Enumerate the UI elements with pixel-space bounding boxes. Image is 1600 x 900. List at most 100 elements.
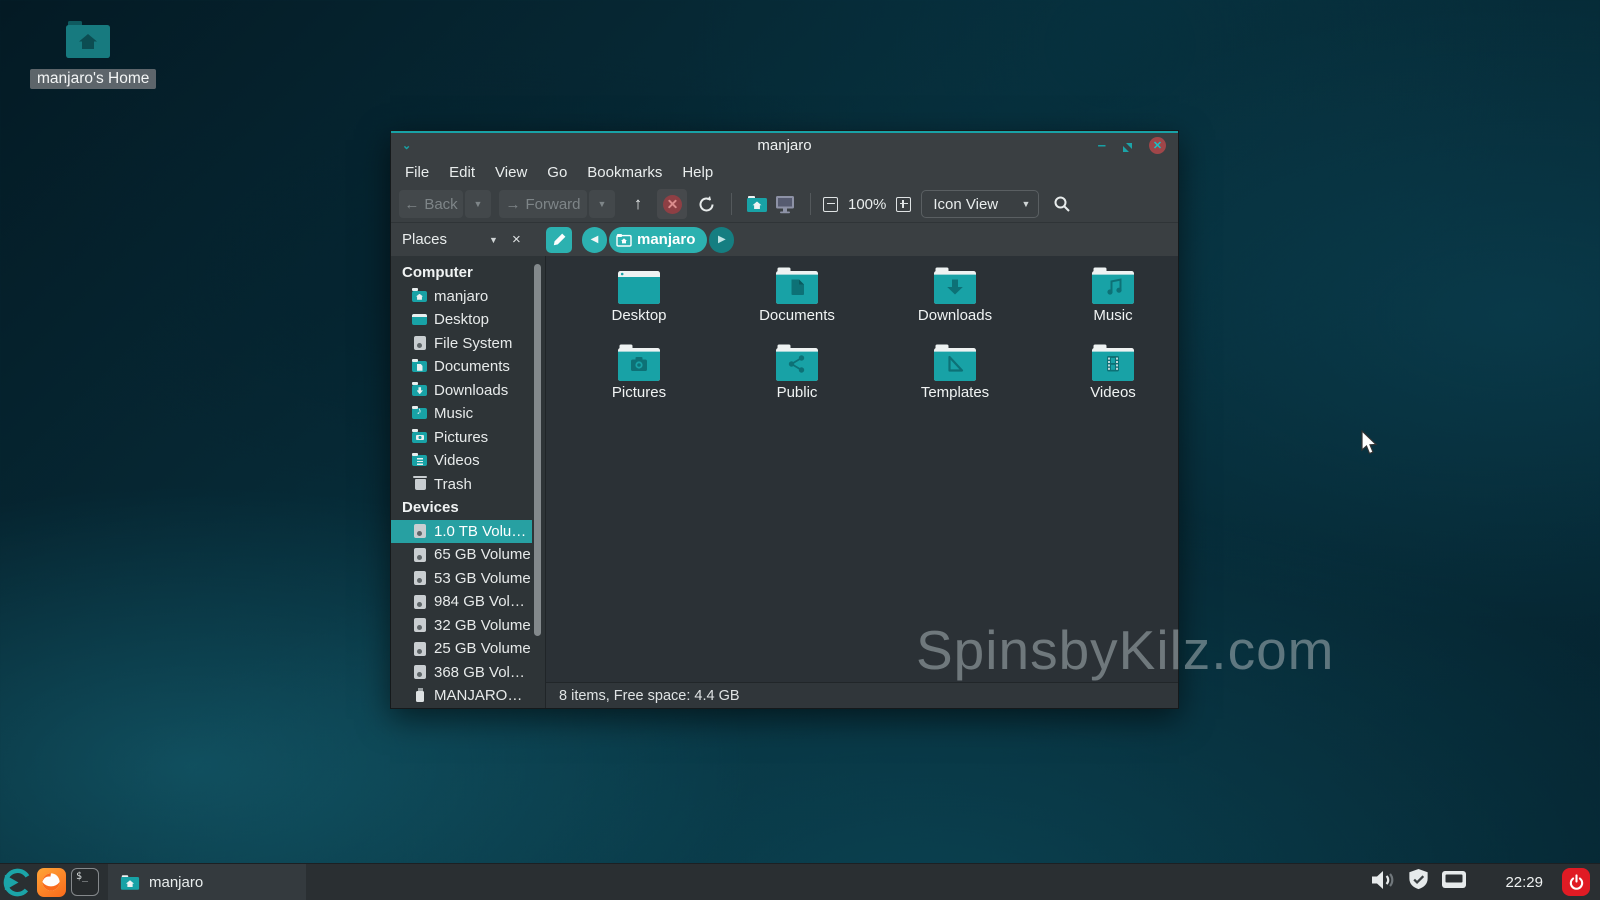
up-button[interactable]: ↑ (625, 190, 651, 218)
pictures-folder-icon (616, 343, 662, 383)
usb-drive-icon (412, 688, 428, 704)
menu-file[interactable]: File (395, 164, 439, 181)
desktop-home-shortcut[interactable]: manjaro's Home (30, 18, 145, 89)
network-tray-icon[interactable] (1440, 868, 1468, 897)
path-scroll-left-button[interactable]: ◀ (582, 227, 607, 253)
back-button[interactable]: ← Back (399, 190, 463, 218)
forward-history-dropdown[interactable]: ▼ (589, 190, 615, 218)
toolbar-separator (731, 193, 732, 215)
documents-folder-icon (774, 266, 820, 306)
pictures-folder-icon (412, 429, 428, 445)
restore-button[interactable] (1122, 140, 1133, 151)
menu-go[interactable]: Go (537, 164, 577, 181)
terminal-launcher[interactable]: $_ (68, 865, 102, 899)
file-templates[interactable]: Templates (876, 343, 1034, 420)
menu-edit[interactable]: Edit (439, 164, 485, 181)
home-button[interactable] (744, 190, 770, 218)
sidebar-item-downloads[interactable]: Downloads (391, 379, 545, 403)
downloads-folder-icon (932, 266, 978, 306)
chevron-down-icon: ▼ (1021, 199, 1030, 209)
drive-icon (412, 664, 428, 680)
places-close-icon[interactable]: × (512, 231, 521, 248)
sidebar-item-manjaro[interactable]: manjaro (391, 285, 545, 309)
sidebar-item-file-system[interactable]: File System (391, 332, 545, 356)
app-menu-button[interactable] (0, 865, 34, 899)
statusbar: 8 items, Free space: 4.4 GB (546, 682, 1178, 708)
menu-view[interactable]: View (485, 164, 537, 181)
search-button[interactable] (1049, 190, 1075, 218)
reload-icon (697, 195, 716, 214)
desktop-button[interactable] (772, 190, 798, 218)
drive-icon (412, 335, 428, 351)
sidebar-item-volume-368gb[interactable]: 368 GB Vol… (391, 661, 545, 685)
sidebar-item-pictures[interactable]: Pictures (391, 426, 545, 450)
file-downloads[interactable]: Downloads (876, 266, 1034, 343)
back-arrow-icon: ← (404, 196, 419, 213)
edit-path-button[interactable] (546, 227, 572, 253)
file-documents[interactable]: Documents (718, 266, 876, 343)
zoom-out-button[interactable] (823, 197, 838, 212)
forward-button[interactable]: → Forward (499, 190, 587, 218)
minimize-button[interactable]: – (1098, 141, 1106, 151)
sidebar-item-volume-32gb[interactable]: 32 GB Volume (391, 614, 545, 638)
file-pictures[interactable]: Pictures (560, 343, 718, 420)
pathbar: Places ▼ × ◀ manjaro ▶ (391, 223, 1178, 256)
sidebar-item-volume-65gb[interactable]: 65 GB Volume (391, 543, 545, 567)
close-button[interactable]: ✕ (1149, 137, 1166, 154)
sidebar-item-trash[interactable]: Trash (391, 473, 545, 497)
file-videos[interactable]: Videos (1034, 343, 1192, 420)
sidebar-item-videos[interactable]: Videos (391, 449, 545, 473)
sidebar: Computer manjaro Desktop File System Doc… (391, 256, 546, 708)
volume-tray-icon[interactable] (1369, 867, 1397, 898)
breadcrumb-home[interactable]: manjaro (609, 227, 707, 253)
sidebar-item-volume-25gb[interactable]: 25 GB Volume (391, 637, 545, 661)
places-dropdown-icon[interactable]: ▼ (489, 235, 498, 245)
sidebar-section-computer: Computer (391, 261, 545, 285)
desktop: { "desktop": { "home_shortcut_label": "m… (0, 0, 1600, 900)
zoom-in-button[interactable] (896, 197, 911, 212)
task-label: manjaro (149, 874, 203, 891)
menu-swirl-icon (1, 866, 34, 899)
file-public[interactable]: Public (718, 343, 876, 420)
menu-bookmarks[interactable]: Bookmarks (577, 164, 672, 181)
sidebar-item-volume-53gb[interactable]: 53 GB Volume (391, 567, 545, 591)
sidebar-item-documents[interactable]: Documents (391, 355, 545, 379)
sidebar-item-manjaro-usb[interactable]: MANJARO… (391, 684, 545, 708)
drive-icon (412, 570, 428, 586)
titlebar[interactable]: ⌄ manjaro – ✕ (391, 131, 1178, 158)
stop-button[interactable] (657, 189, 687, 219)
sidebar-item-desktop[interactable]: Desktop (391, 308, 545, 332)
sidebar-item-volume-1tb[interactable]: 1.0 TB Volu… (391, 520, 532, 544)
taskbar: $_ manjaro 2 (0, 863, 1600, 900)
security-shield-tray-icon[interactable] (1406, 867, 1431, 898)
view-mode-value: Icon View (933, 196, 998, 213)
taskbar-window-manjaro[interactable]: manjaro (108, 864, 306, 900)
drive-icon (412, 594, 428, 610)
sidebar-section-devices: Devices (391, 496, 545, 520)
sidebar-item-volume-984gb[interactable]: 984 GB Vol… (391, 590, 545, 614)
file-music[interactable]: Music (1034, 266, 1192, 343)
pencil-icon (552, 232, 567, 247)
sidebar-item-music[interactable]: Music (391, 402, 545, 426)
firefox-icon (37, 868, 66, 897)
toolbar-separator (810, 193, 811, 215)
power-button[interactable] (1562, 868, 1590, 896)
firefox-launcher[interactable] (34, 865, 68, 899)
view-mode-select[interactable]: Icon View ▼ (921, 190, 1039, 218)
menu-help[interactable]: Help (672, 164, 723, 181)
share-folder-icon (774, 343, 820, 383)
back-label: Back (424, 196, 457, 213)
status-text: 8 items, Free space: 4.4 GB (559, 688, 740, 704)
forward-label: Forward (525, 196, 580, 213)
clock[interactable]: 22:29 (1505, 874, 1543, 891)
back-history-dropdown[interactable]: ▼ (465, 190, 491, 218)
reload-button[interactable] (693, 190, 719, 218)
file-desktop[interactable]: Desktop (560, 266, 718, 343)
documents-folder-icon (412, 359, 428, 375)
path-scroll-right-button[interactable]: ▶ (709, 227, 734, 253)
shortcut-label: manjaro's Home (30, 69, 156, 89)
videos-folder-icon (1090, 343, 1136, 383)
videos-folder-icon (412, 453, 428, 469)
search-icon (1053, 195, 1071, 213)
sidebar-scrollbar[interactable] (534, 264, 541, 636)
